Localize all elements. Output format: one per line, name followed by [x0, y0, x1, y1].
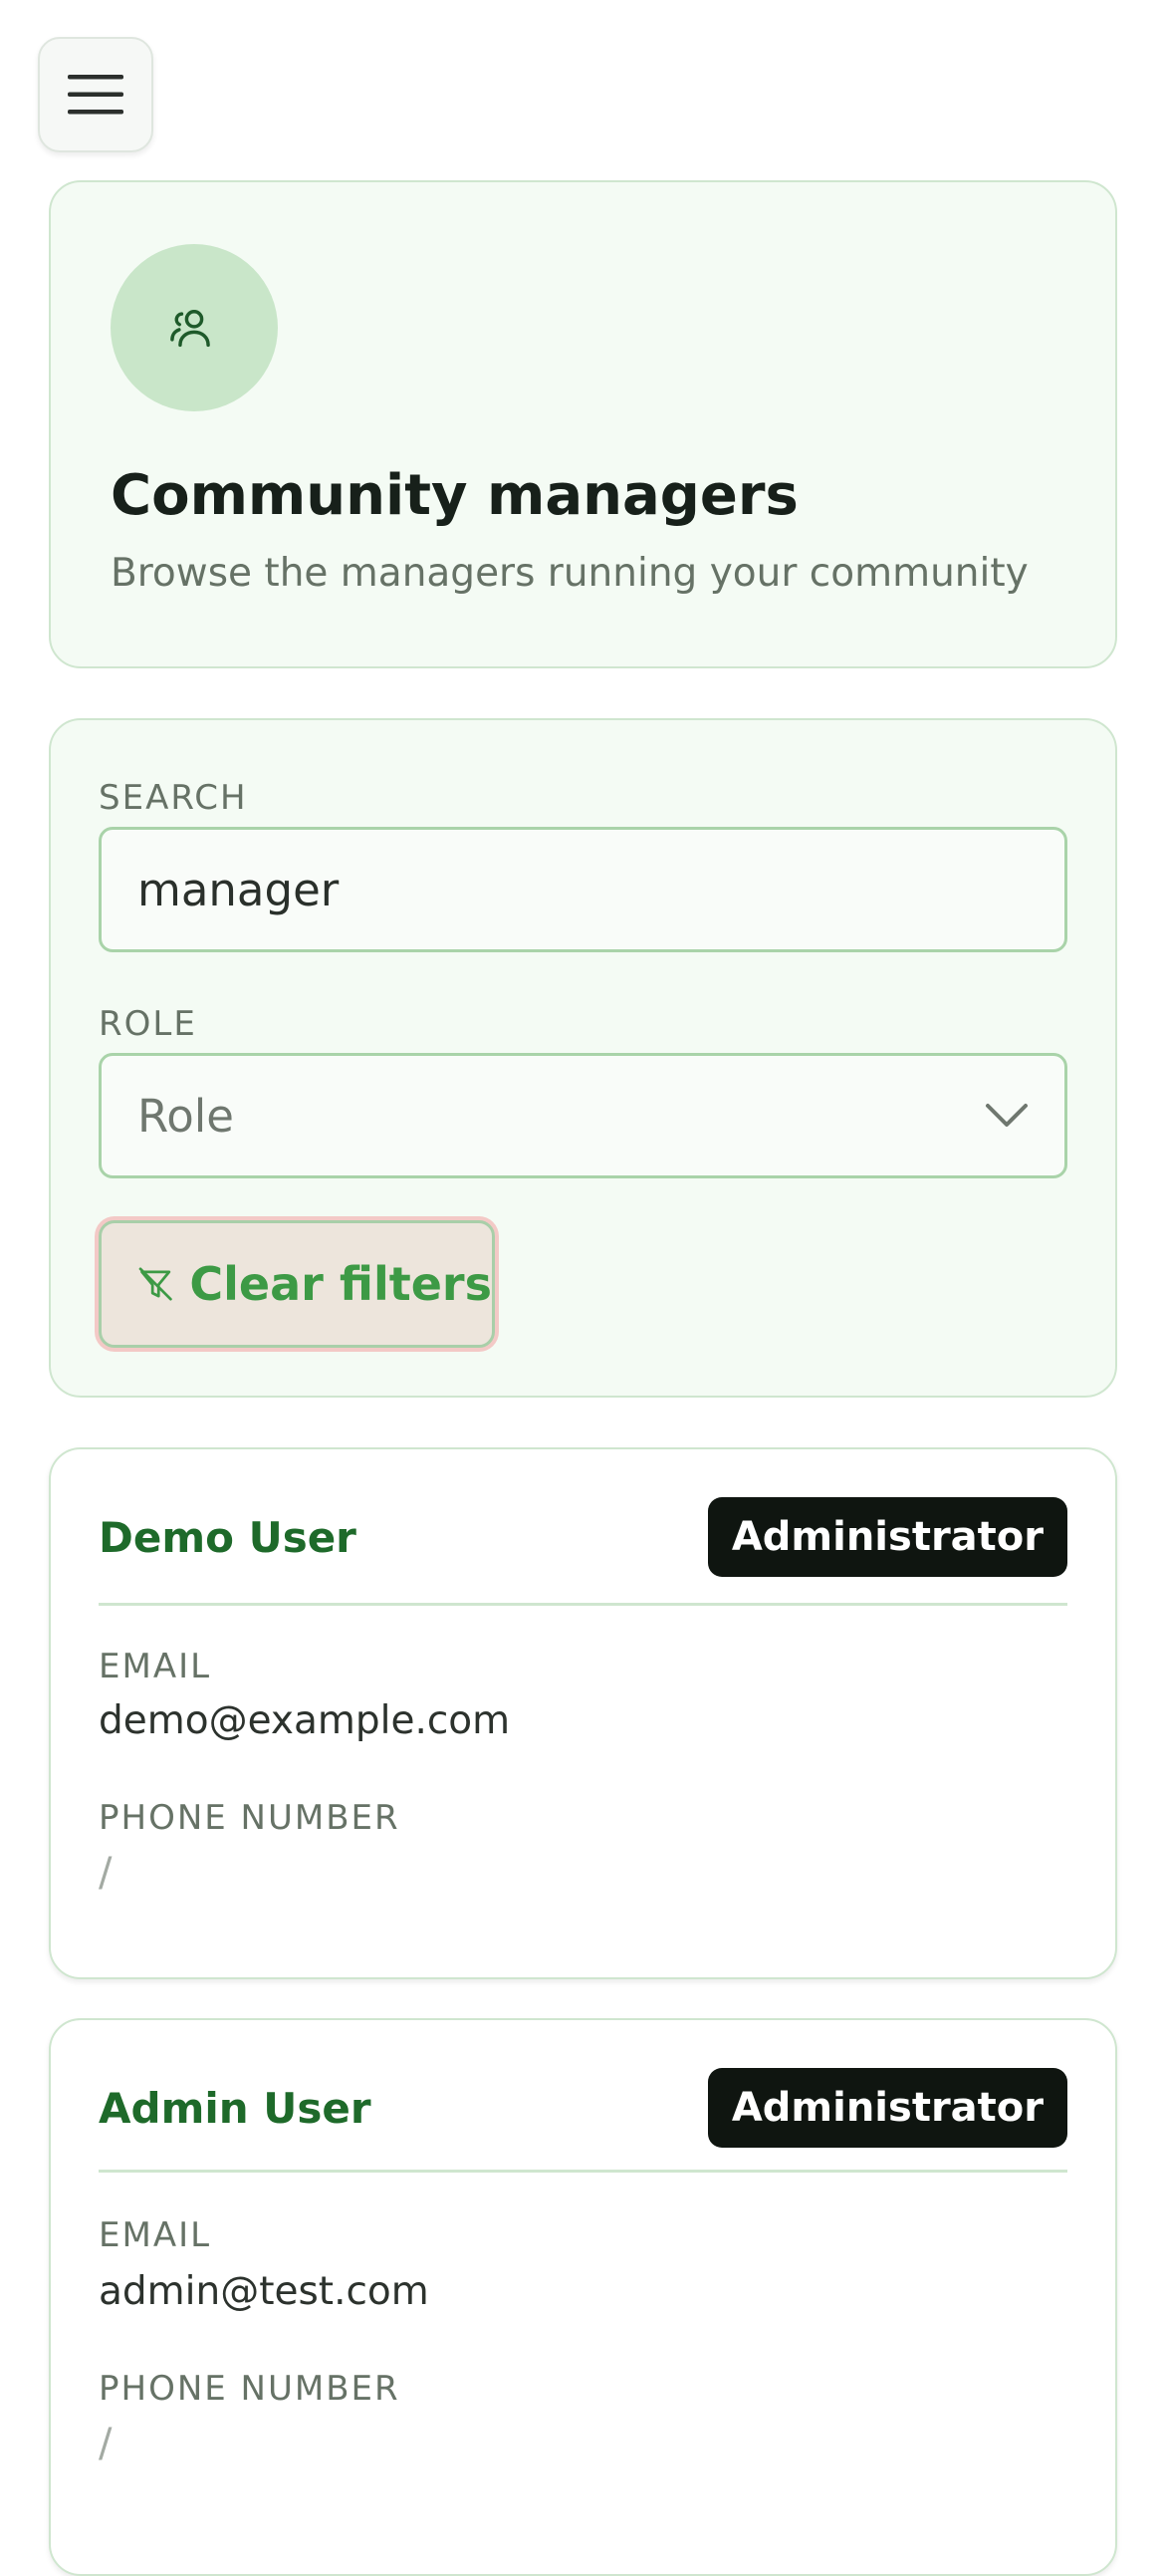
user-card: Demo User Administrator EMAIL demo@examp…	[49, 1447, 1117, 1979]
role-badge: Administrator	[707, 1497, 1067, 1577]
role-select-value: Role	[137, 1089, 234, 1143]
search-label: SEARCH	[99, 778, 248, 818]
phone-label: PHONE NUMBER	[99, 2369, 400, 2409]
search-input[interactable]	[137, 863, 1029, 916]
filter-off-icon	[138, 1267, 172, 1301]
phone-value: /	[99, 2421, 113, 2466]
card-divider	[99, 2170, 1067, 2173]
clear-filters-label: Clear filters	[189, 1257, 492, 1311]
menu-button[interactable]	[38, 37, 153, 152]
user-card: Admin User Administrator EMAIL admin@tes…	[49, 2018, 1117, 2576]
email-value: admin@test.com	[99, 2269, 429, 2314]
user-name[interactable]: Admin User	[99, 2084, 371, 2133]
page-subtitle: Browse the managers running your communi…	[111, 551, 1029, 596]
chevron-down-icon	[986, 1104, 1028, 1127]
card-divider	[99, 1603, 1067, 1606]
email-label: EMAIL	[99, 1647, 212, 1686]
search-field[interactable]	[99, 827, 1067, 952]
role-select[interactable]: Role	[99, 1053, 1067, 1178]
header-card: Community managers Browse the managers r…	[49, 180, 1117, 668]
phone-value: /	[99, 1850, 113, 1896]
email-value: demo@example.com	[99, 1698, 511, 1743]
phone-label: PHONE NUMBER	[99, 1798, 400, 1838]
page-title: Community managers	[111, 463, 799, 528]
header-avatar	[111, 244, 278, 411]
user-name[interactable]: Demo User	[99, 1513, 356, 1562]
filter-card: SEARCH ROLE Role Clear filters	[49, 718, 1117, 1398]
role-label: ROLE	[99, 1004, 197, 1044]
role-badge: Administrator	[707, 2068, 1067, 2148]
clear-filters-button[interactable]: Clear filters	[99, 1220, 495, 1348]
email-label: EMAIL	[99, 2215, 212, 2255]
users-icon	[170, 310, 210, 348]
hamburger-menu-icon	[68, 75, 123, 115]
